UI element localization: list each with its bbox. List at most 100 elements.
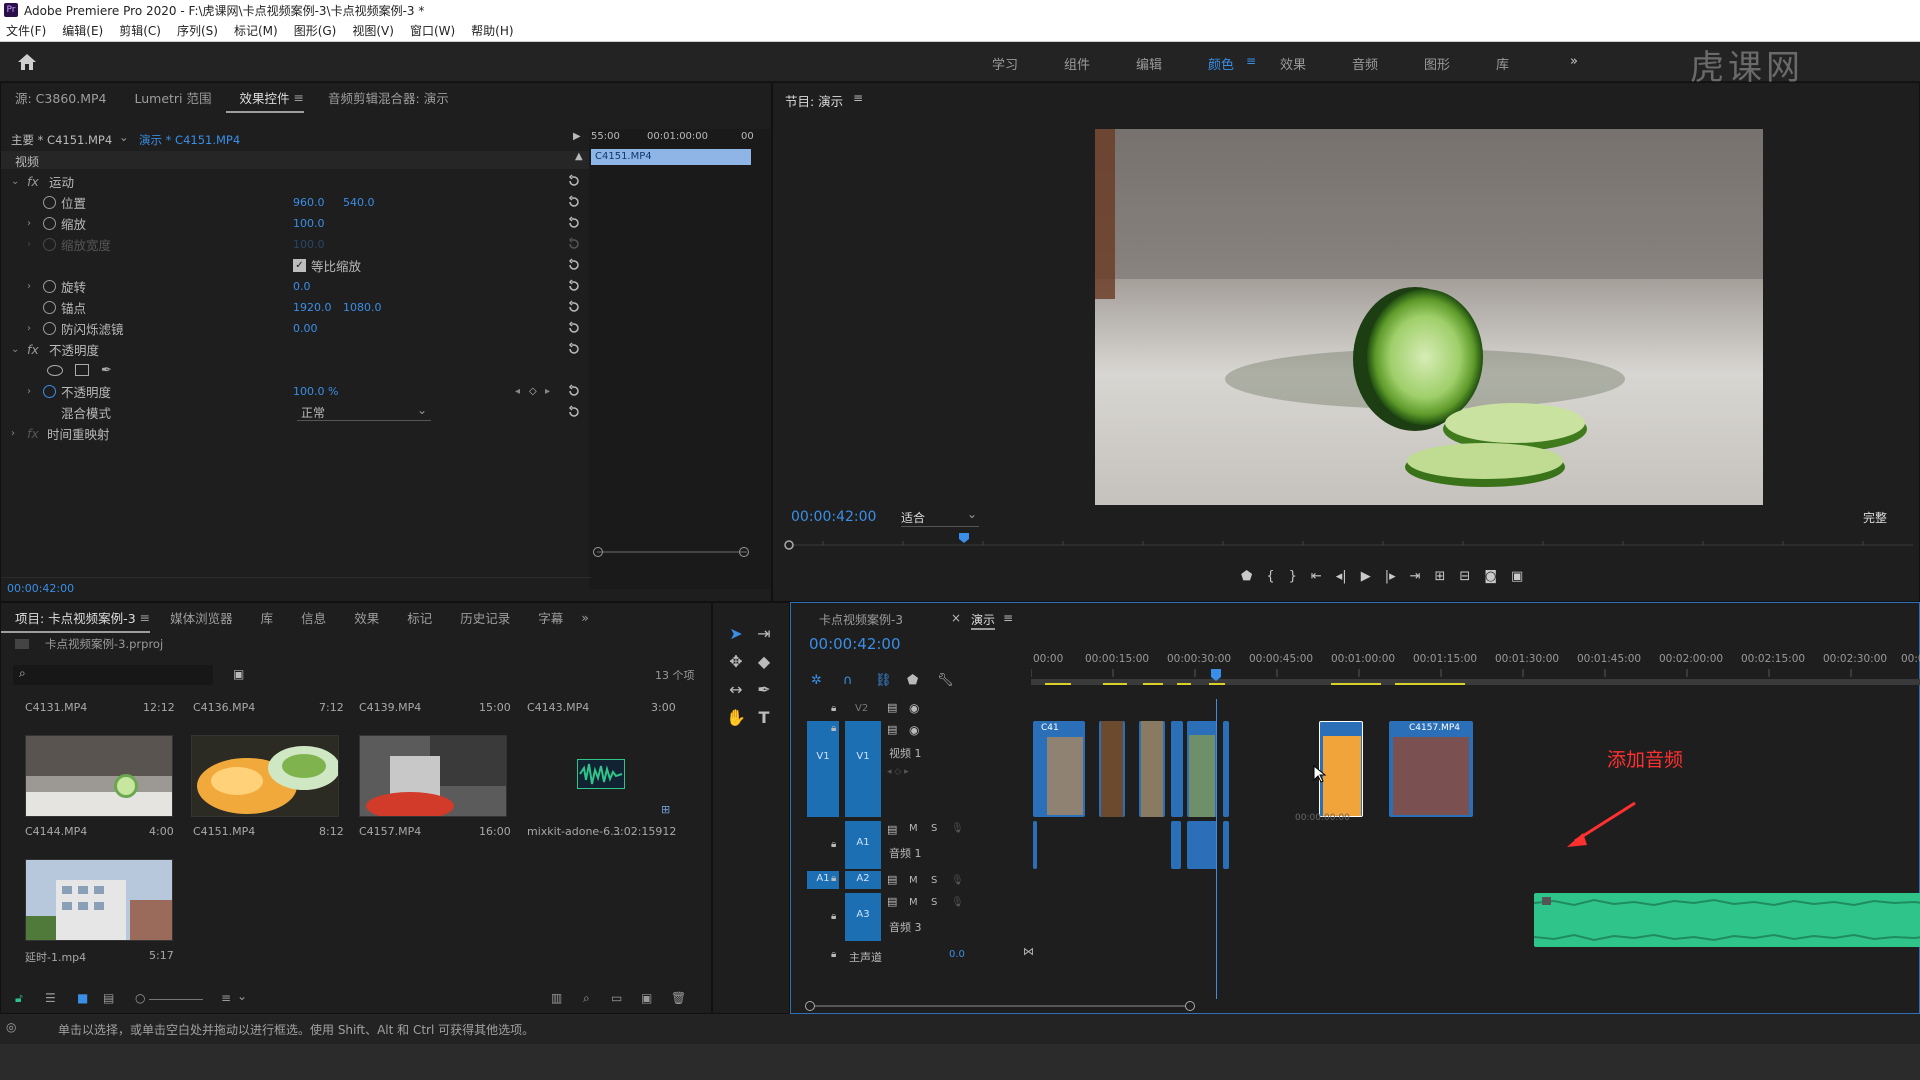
audio-clip[interactable] xyxy=(1223,821,1229,869)
next-keyframe-icon[interactable]: ▸ xyxy=(545,386,550,397)
audio-clip[interactable] xyxy=(1187,821,1217,869)
project-search-input[interactable]: ⌕ xyxy=(13,665,213,685)
linked-selection-icon[interactable]: ⛓ xyxy=(875,673,892,688)
new-bin-from-search-icon[interactable]: ▣ xyxy=(233,667,244,681)
tab-menu-icon[interactable]: ≡ xyxy=(1003,611,1013,625)
position-y-value[interactable]: 540.0 xyxy=(343,196,375,209)
menu-markers[interactable]: 标记(M) xyxy=(234,22,278,39)
fit-select[interactable]: 适合 ⌄ xyxy=(901,507,979,527)
workspace-color[interactable]: 颜色 xyxy=(1208,54,1234,73)
icon-view-icon[interactable]: ■ xyxy=(77,991,88,1005)
extract-icon[interactable]: ⊟ xyxy=(1459,569,1470,589)
slip-tool-icon[interactable]: ↔ xyxy=(725,679,747,701)
reset-icon[interactable] xyxy=(567,216,581,230)
menu-help[interactable]: 帮助(H) xyxy=(471,22,513,39)
prev-keyframe-icon[interactable]: ◂ ◇ ▸ xyxy=(887,767,909,777)
flicker-value[interactable]: 0.00 xyxy=(293,322,318,335)
mini-zoom-handle-left[interactable] xyxy=(593,547,603,557)
master-volume-value[interactable]: 0.0 xyxy=(949,949,965,960)
track-select-tool-icon[interactable]: ⇥ xyxy=(753,623,775,645)
mic-icon[interactable]: 🎙︎ xyxy=(951,875,964,886)
mark-out-icon[interactable]: } xyxy=(1289,569,1297,589)
lock-icon[interactable]: 🔒︎ xyxy=(831,703,836,714)
lock-icon[interactable]: 🔓︎ xyxy=(15,991,23,1006)
snap-icon[interactable]: ∩ xyxy=(843,673,853,688)
selection-tool-icon[interactable]: ➤ xyxy=(725,623,747,645)
list-view-icon[interactable]: ☰ xyxy=(45,991,56,1005)
tab-captions[interactable]: 字幕 xyxy=(524,608,577,627)
video-clip[interactable] xyxy=(1223,721,1229,817)
step-back-icon[interactable]: ◂| xyxy=(1336,569,1347,589)
position-x-value[interactable]: 960.0 xyxy=(293,196,325,209)
reset-icon[interactable] xyxy=(567,321,581,335)
stopwatch-icon[interactable] xyxy=(43,321,56,335)
track-target-a3[interactable]: A3 xyxy=(845,893,881,941)
home-icon[interactable] xyxy=(16,52,38,72)
sync-lock-icon[interactable]: ▤ xyxy=(887,873,897,886)
reset-icon[interactable] xyxy=(567,174,581,188)
mark-in-icon[interactable]: { xyxy=(1266,569,1274,589)
tab-effects[interactable]: 效果 xyxy=(340,608,393,627)
menu-file[interactable]: 文件(F) xyxy=(6,22,46,39)
export-frame-icon[interactable]: ◙ xyxy=(1484,569,1497,589)
find-icon[interactable]: ⌕ xyxy=(583,991,590,1006)
play-only-audio-icon[interactable]: ▶ xyxy=(573,131,581,142)
lock-icon[interactable]: 🔒︎ xyxy=(831,839,836,850)
tab-info[interactable]: 信息 xyxy=(287,608,340,627)
scroll-up-icon[interactable]: ▲ xyxy=(575,151,583,162)
ripple-edit-tool-icon[interactable]: ✥ xyxy=(725,651,747,673)
razor-tool-icon[interactable]: ◆ xyxy=(753,651,775,673)
opacity-value[interactable]: 100.0 % xyxy=(293,385,338,398)
type-tool-icon[interactable]: T xyxy=(753,707,775,729)
prev-keyframe-icon[interactable]: ◂ xyxy=(515,386,520,397)
timeline-tab-demo[interactable]: 演示 xyxy=(971,611,996,630)
workspace-editing[interactable]: 编辑 xyxy=(1136,54,1162,73)
reset-icon[interactable] xyxy=(567,384,581,398)
twirl-closed-icon[interactable]: › xyxy=(27,218,31,229)
solo-button[interactable]: S xyxy=(931,823,937,834)
menu-edit[interactable]: 编辑(E) xyxy=(62,22,103,39)
timeline-timecode[interactable]: 00:00:42:00 xyxy=(809,635,901,653)
anchor-y-value[interactable]: 1080.0 xyxy=(343,301,382,314)
solo-button[interactable]: S xyxy=(931,897,937,908)
reset-icon[interactable] xyxy=(567,279,581,293)
twirl-closed-icon[interactable]: › xyxy=(27,281,31,292)
tabs-overflow-icon[interactable]: » xyxy=(581,610,589,625)
solo-button[interactable]: S xyxy=(931,875,937,886)
media-thumbnail-c4144[interactable] xyxy=(25,735,173,817)
effect-timecode[interactable]: 00:00:42:00 xyxy=(7,582,74,595)
add-keyframe-icon[interactable]: ◇ xyxy=(529,386,537,397)
scroll-handle-left[interactable] xyxy=(805,1001,815,1011)
lock-icon[interactable]: 🔒︎ xyxy=(831,911,836,922)
stopwatch-icon[interactable] xyxy=(43,279,56,293)
video-clip[interactable] xyxy=(1139,721,1165,817)
tab-markers[interactable]: 标记 xyxy=(393,608,446,627)
time-remap-row[interactable]: › fx 时间重映射 xyxy=(1,423,581,443)
lock-icon[interactable]: 🔒︎ xyxy=(831,873,836,884)
tab-audio-clip-mixer[interactable]: 音频剪辑混合器: 演示 xyxy=(314,88,463,107)
chevron-down-icon[interactable]: ⌄ xyxy=(237,989,247,1003)
reset-icon[interactable] xyxy=(567,258,581,272)
timeline-ruler[interactable]: 00:00 00:00:15:00 00:00:30:00 00:00:45:0… xyxy=(1031,647,1920,687)
twirl-closed-icon[interactable]: › xyxy=(11,428,15,439)
rectangle-mask-icon[interactable] xyxy=(75,364,89,376)
thumb-size-slider[interactable] xyxy=(149,999,203,1000)
scroll-handle-right[interactable] xyxy=(1185,1001,1195,1011)
opacity-group-row[interactable]: ⌄ fx 不透明度 xyxy=(1,339,581,359)
sort-icon[interactable]: ≡ xyxy=(221,991,231,1005)
video-clip[interactable] xyxy=(1171,721,1183,817)
sync-lock-icon[interactable]: ▤ xyxy=(887,701,897,714)
chevron-down-icon[interactable]: ⌄ xyxy=(119,130,129,144)
tab-media-browser[interactable]: 媒体浏览器 xyxy=(156,608,247,627)
music-audio-clip[interactable] xyxy=(1534,893,1920,947)
track-label-v2[interactable]: V2 xyxy=(855,703,868,714)
workspace-audio[interactable]: 音频 xyxy=(1352,54,1378,73)
twirl-open-icon[interactable]: ⌄ xyxy=(11,176,19,187)
automate-icon[interactable]: ▥ xyxy=(551,991,562,1005)
tab-menu-icon[interactable]: ≡ xyxy=(140,610,150,625)
playhead-line[interactable] xyxy=(1216,699,1217,999)
trash-icon[interactable]: 🗑︎ xyxy=(671,991,686,1005)
audio-clip[interactable] xyxy=(1171,821,1181,869)
close-tab-icon[interactable]: × xyxy=(951,611,961,625)
blend-mode-select[interactable]: 正常 ⌄ xyxy=(297,403,431,421)
